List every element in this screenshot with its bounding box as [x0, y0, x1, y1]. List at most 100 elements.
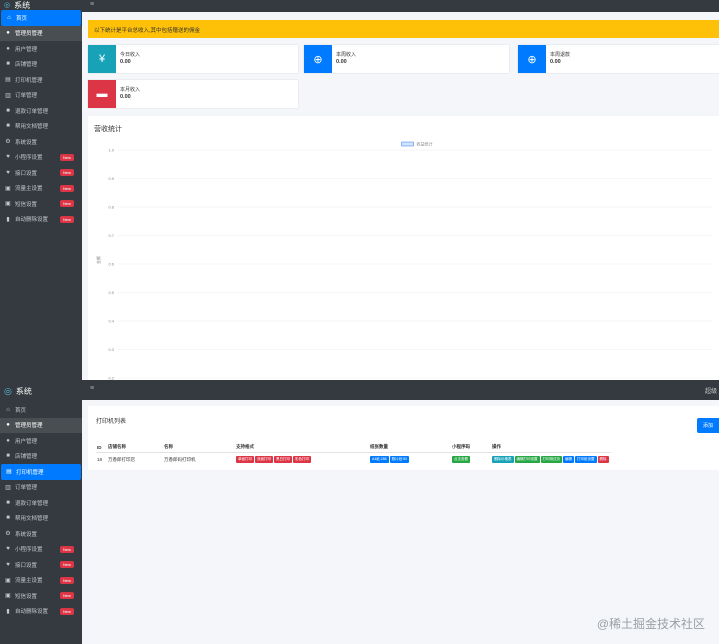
trash-icon: ▮	[6, 608, 10, 615]
sidebar-item-api[interactable]: ♥ 接口设置 New	[0, 557, 82, 573]
sidebar-item-ads[interactable]: ▣ 流量主设置 New	[0, 181, 82, 197]
main-content: 以下统计是平台总收入,其中包括赠送的佣金 ¥ 今日收入 0.00 ⊕ 本周收入 0.…	[82, 12, 719, 380]
edit-print-settings-button[interactable]: 编辑打印设置	[514, 456, 540, 463]
paper-tag: A4纸:288	[370, 456, 389, 463]
sidebar-item-autodelete[interactable]: ▮ 自动删除设置 New	[0, 604, 82, 620]
sidebar-item-stores[interactable]: ■ 店铺管理	[0, 449, 82, 465]
stat-value: 0.00	[550, 59, 561, 65]
print-test-page-button[interactable]: 打印测试页	[540, 456, 562, 463]
gear-icon: ⚙	[5, 139, 11, 146]
cell-name: 万香郎码打印机	[164, 456, 196, 462]
gear-icon: ⚙	[5, 531, 11, 538]
view-qrcode-button[interactable]: 点击查看	[452, 456, 470, 463]
delete-button[interactable]: 删除	[597, 456, 609, 463]
card-title: 打印机列表	[96, 419, 127, 425]
sidebar-item-autodelete[interactable]: ▮ 自动删除设置 New	[0, 212, 82, 228]
menu-icon[interactable]: ≡	[90, 1, 94, 8]
sidebar-item-printers[interactable]: ▤ 打印机管理	[1, 464, 81, 480]
sidebar-item-label: 自动删除设置	[15, 609, 49, 616]
sidebar-item-users[interactable]: ● 用户管理	[0, 433, 82, 449]
sidebar-item-home[interactable]: ⌂ 首页	[0, 402, 82, 418]
sidebar-item-miniapp[interactable]: ♥ 小程序设置 New	[0, 150, 82, 166]
brand-label: 系统	[14, 0, 31, 10]
stat-card-week-refund: ⊕ 本周退款 0.00	[518, 45, 719, 73]
screenshot: ◎ 系统 ⌂ 首页 ● 管理员管理 ● 用户管理 ■ 店铺管理 ▤ 打印机管理 ▥ 订单管理…	[0, 0, 719, 644]
edit-button[interactable]: 编辑	[563, 456, 574, 463]
sidebar-item-sms[interactable]: ▣ 短信设置 New	[0, 196, 82, 212]
menu-icon[interactable]: ≡	[90, 385, 94, 392]
sidebar-item-ads[interactable]: ▣ 流量主设置 New	[0, 573, 82, 589]
new-badge: New	[59, 576, 74, 584]
sidebar-item-sms[interactable]: ▣ 短信设置 New	[0, 588, 82, 604]
sidebar-item-label: 管理员管理	[15, 423, 43, 430]
sidebar-item-label: 短信设置	[15, 201, 38, 208]
store-icon: ■	[6, 453, 10, 460]
brand[interactable]: ◎ 系统	[0, 380, 82, 402]
y-tick-label: 0.3	[108, 347, 114, 352]
user-icon: ●	[6, 45, 10, 52]
user-icon: ●	[6, 437, 10, 444]
format-tag: 单面打印	[236, 456, 254, 463]
home-icon: ⌂	[6, 406, 10, 413]
y-tick-label: 0.5	[108, 290, 114, 295]
sidebar: ◎ 系统 ⌂ 首页 ● 管理员管理 ● 用户管理 ■ 店铺管理 ▤ 打印机管理 ▥ 订单管理…	[0, 0, 82, 380]
printer-panel: ◎ 系统 ⌂ 首页 ● 管理员管理 ● 用户管理 ■ 店铺管理 ▤ 打印机管理 ▥ 订单管理…	[0, 380, 719, 644]
sidebar-item-docs[interactable]: ■ 帮用文档管理	[0, 119, 82, 135]
dashboard-panel: ◎ 系统 ⌂ 首页 ● 管理员管理 ● 用户管理 ■ 店铺管理 ▤ 打印机管理 ▥ 订单管理…	[0, 0, 719, 380]
sidebar-item-refunds[interactable]: ■ 退款订单管理	[0, 103, 82, 119]
brand[interactable]: ◎ 系统	[0, 0, 82, 10]
sidebar-item-orders[interactable]: ▥ 订单管理	[0, 480, 82, 496]
legend-swatch[interactable]	[401, 141, 414, 147]
sidebar-item-orders[interactable]: ▥ 订单管理	[0, 88, 82, 104]
cell-paper: A4纸:288 照片纸:50	[369, 453, 451, 467]
sidebar-item-label: 店铺管理	[15, 454, 38, 461]
yen-icon: ¥	[88, 45, 116, 73]
top-navbar: ≡ 超级	[82, 380, 719, 400]
sidebar-item-home[interactable]: ⌂ 首页	[1, 10, 81, 26]
sidebar-item-api[interactable]: ♥ 接口设置 New	[0, 165, 82, 181]
col-paper: 纸张数量	[369, 442, 451, 453]
col-id: ID	[96, 442, 107, 453]
sidebar-item-stores[interactable]: ■ 店铺管理	[0, 57, 82, 73]
y-tick-label: 1.0	[108, 148, 114, 153]
new-badge: New	[59, 169, 74, 176]
home-icon: ⌂	[7, 14, 11, 21]
format-tag: 黑白打印	[274, 456, 292, 463]
user-tie-icon: ●	[6, 422, 10, 429]
sidebar-item-system[interactable]: ⚙ 系统设置	[0, 526, 82, 542]
paper-settings-button[interactable]: 打印纸设置	[575, 456, 597, 463]
stat-label: 本周退款	[550, 52, 571, 58]
magnifier-icon: ⊕	[304, 45, 332, 73]
col-qrcode: 小程序码	[451, 442, 491, 453]
y-axis-label: 金额	[95, 256, 101, 264]
sidebar-item-label: 用户管理	[15, 438, 38, 445]
new-badge: New	[59, 607, 74, 615]
cell-formats: 单面打印 双面打印 黑白打印 彩色打印	[235, 453, 369, 467]
delete-price-table-button[interactable]: 删除价格表	[492, 456, 514, 463]
sidebar-item-docs[interactable]: ■ 帮用文档管理	[0, 511, 82, 527]
stat-value: 0.00	[336, 59, 347, 65]
sidebar-item-label: 短信设置	[15, 593, 38, 600]
sidebar-item-label: 小程序设置	[15, 547, 43, 554]
sidebar-item-miniapp[interactable]: ♥ 小程序设置 New	[0, 542, 82, 558]
document-icon: ■	[6, 515, 10, 522]
add-button[interactable]: 添加	[696, 418, 719, 433]
sidebar-item-label: 首页	[16, 15, 28, 22]
sidebar-item-printers[interactable]: ▤ 打印机管理	[0, 72, 82, 88]
brand-label: 系统	[15, 386, 32, 396]
format-tag: 彩色打印	[293, 456, 311, 463]
sidebar-item-admins[interactable]: ● 管理员管理	[0, 417, 82, 433]
sidebar-item-refunds[interactable]: ■ 退款订单管理	[0, 495, 82, 511]
new-badge: New	[59, 561, 74, 568]
col-shop: 店铺名称	[107, 442, 163, 453]
sidebar-item-system[interactable]: ⚙ 系统设置	[0, 134, 82, 150]
sidebar-item-label: 退款订单管理	[15, 500, 49, 507]
user-menu[interactable]: 超级	[705, 386, 717, 395]
y-tick-label: 0.6	[108, 262, 114, 267]
sidebar-item-label: 用户管理	[15, 46, 38, 53]
document-icon: ■	[6, 123, 10, 130]
sidebar-item-users[interactable]: ● 用户管理	[0, 41, 82, 57]
magnifier-icon: ⊕	[518, 45, 546, 73]
printer-table: ID 店铺名称 名称 支持格式 纸张数量 小程序码 操作 18 万香郎打印店 万…	[96, 442, 611, 466]
sidebar-item-admins[interactable]: ● 管理员管理	[0, 25, 82, 41]
